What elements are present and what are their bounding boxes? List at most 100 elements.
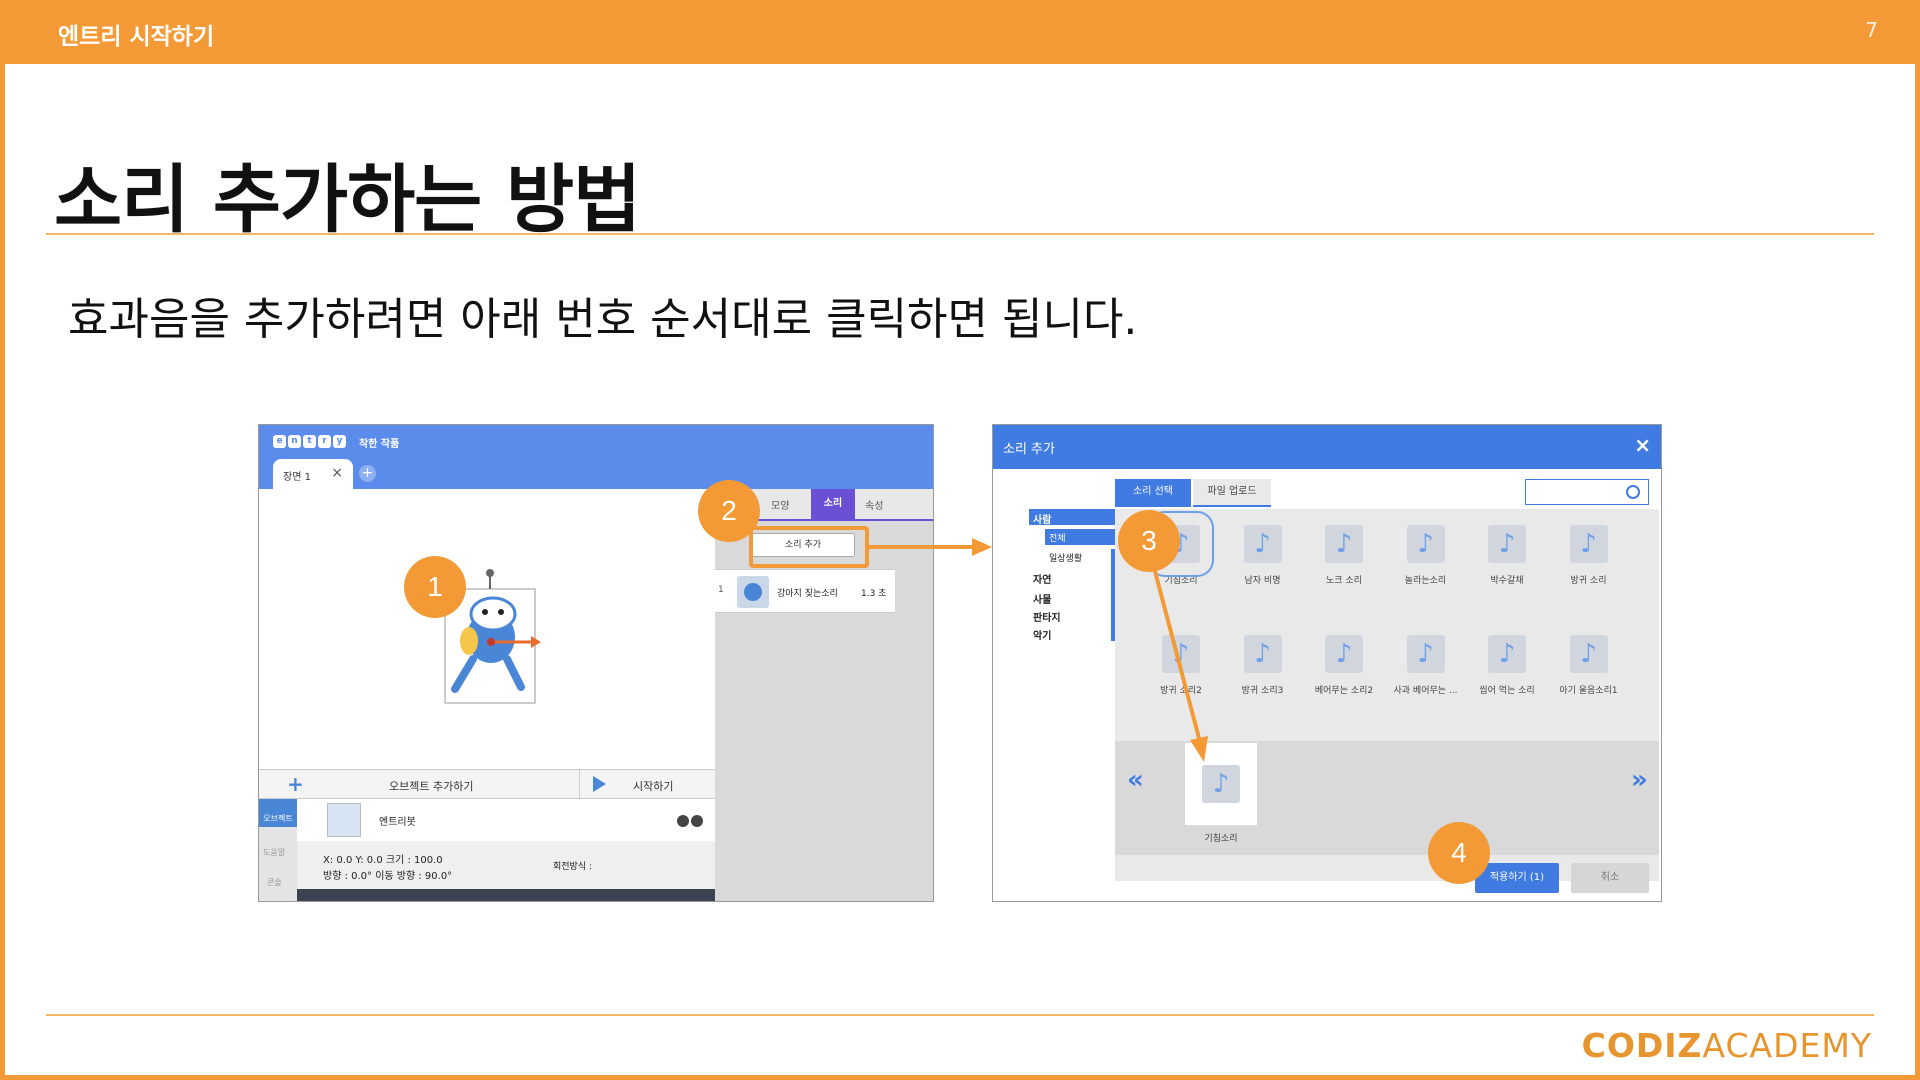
note-icon: ♪ [1569,525,1608,563]
scene-tab-label: 장면 1 [283,472,311,483]
sound-item[interactable]: ♪ 노크 소리 [1309,525,1379,586]
nav-help[interactable]: 도움말 [263,847,285,858]
sound-item[interactable]: ♪ 박수갈채 [1472,525,1542,586]
category-people[interactable]: 사람 [1033,511,1051,526]
add-object-button[interactable]: 오브젝트 추가하기 [389,778,473,794]
editor-header: e n t r y 착한 작품 장면 1 × + [259,425,933,489]
note-icon: ♪ [1569,635,1608,673]
sound-item[interactable]: ♪ 방귀 소리 [1554,525,1624,586]
subcategory-all[interactable]: 전체 [1049,531,1066,544]
object-thumbnail [327,803,361,837]
toolbar-divider [579,770,580,800]
object-properties: X: 0.0 Y: 0.0 크기 : 100.0 방향 : 0.0° 이동 방향… [297,845,715,885]
category-instrument[interactable]: 악기 [1033,627,1051,642]
tab-select-sound[interactable]: 소리 선택 [1115,479,1191,507]
category-objects[interactable]: 사물 [1033,591,1051,606]
robot-head [469,596,517,632]
sound-item[interactable]: ♪ 남자 비명 [1228,525,1298,586]
copy-icon[interactable] [677,815,689,827]
editor-screenshot: e n t r y 착한 작품 장면 1 × + 모양 소리 속성 소리 추가 … [258,424,934,902]
tab-shape[interactable]: 모양 [771,497,789,512]
note-icon: ♪ [1202,765,1240,803]
list-item[interactable]: 1 강아지 짖는소리 1.3 초 [715,569,895,613]
tab-upload[interactable]: 파일 업로드 [1193,479,1271,507]
play-icon[interactable] [737,576,769,608]
add-scene-icon[interactable]: + [359,465,376,482]
sound-duration: 1.3 초 [861,589,887,599]
direction-arrow-head [531,636,541,648]
sound-item[interactable]: ♪ 사과 베어무는 ... [1391,635,1461,696]
sound-item[interactable]: ♪ 아기 울음소리1 [1554,635,1624,696]
play-triangle-icon[interactable] [593,776,606,792]
logo-letter: e [273,435,286,448]
step-badge-4: 4 [1428,822,1490,884]
sound-item[interactable]: ♪ 방귀 소리3 [1228,635,1298,696]
next-icon[interactable]: » [1631,765,1648,795]
start-button[interactable]: 시작하기 [633,778,673,794]
search-input[interactable] [1525,479,1649,505]
note-icon: ♪ [1406,635,1445,673]
sound-index: 1 [718,585,724,595]
nav-console[interactable]: 콘솔 [267,877,282,888]
brand-part2: ACADEMY [1702,1026,1872,1065]
sound-label: 기침소리 [1164,576,1198,586]
left-nav: 오브젝트 도움말 콘솔 [259,799,297,901]
position-size[interactable]: X: 0.0 Y: 0.0 크기 : 100.0 [323,851,443,866]
category-list: 사람 전체 일상생활 자연 사물 판타지 악기 [1029,509,1115,642]
robot-eye [482,609,488,615]
note-icon: ♪ [1325,635,1363,673]
note-icon: ♪ [1243,635,1282,673]
apply-button[interactable]: 적용하기 (1) [1475,863,1559,893]
note-icon: ♪ [1243,525,1282,563]
selected-sound-label: 기침소리 [1204,834,1238,844]
sound-label: 아기 울음소리1 [1559,686,1618,696]
stage[interactable] [259,489,715,789]
object-toolbar: + 오브젝트 추가하기 시작하기 [259,769,715,800]
entrybot-sprite[interactable] [259,489,715,789]
logo-letter: r [318,435,331,448]
robot-eye [498,609,504,615]
subcategory-daily[interactable]: 일상생활 [1049,551,1082,564]
sound-label: 씹어 먹는 소리 [1479,686,1535,696]
project-name[interactable]: 착한 작품 [359,435,399,450]
sound-item[interactable]: ♪ 놀라는소리 [1391,525,1461,586]
sound-label: 남자 비명 [1244,576,1281,586]
robot-pack [460,627,478,655]
direction[interactable]: 방향 : 0.0° 이동 방향 : 90.0° [323,867,452,882]
sound-label: 노크 소리 [1326,576,1362,586]
close-icon[interactable]: × [331,465,343,481]
category-nature[interactable]: 자연 [1033,571,1051,586]
center-dot [487,638,495,646]
sound-label: 방귀 소리 [1570,576,1607,586]
robot-legs [451,655,525,693]
step-badge-3: 3 [1118,510,1180,572]
sound-item[interactable]: ♪ 방귀 소리2 [1146,635,1216,696]
logo-letter: y [333,435,346,448]
object-row[interactable]: 엔트리봇 [297,799,715,841]
sound-label: 박수갈채 [1490,576,1524,586]
prev-icon[interactable]: « [1127,765,1144,795]
sound-label: 사과 베어무는 ... [1393,686,1458,696]
close-icon[interactable]: × [1634,433,1651,457]
rotate-handle-dot [486,569,494,577]
footer-divider [46,1014,1874,1016]
scene-tab[interactable]: 장면 1 × [273,459,353,489]
note-icon: ♪ [1488,525,1526,563]
nav-object[interactable]: 오브젝트 [259,799,297,827]
sound-name: 강아지 짖는소리 [777,589,838,599]
tab-sound[interactable]: 소리 [811,489,855,521]
section-title: 엔트리 시작하기 [58,24,215,50]
sound-item[interactable]: ♪ 씹어 먹는 소리 [1472,635,1542,696]
object-name[interactable]: 엔트리봇 [379,813,416,828]
cancel-button[interactable]: 취소 [1571,863,1649,893]
sound-item[interactable]: ♪ 베어무는 소리2 [1309,635,1379,696]
brand-part1: CODIZ [1581,1026,1703,1065]
sound-label: 방귀 소리3 [1241,686,1284,696]
plus-icon[interactable]: + [287,772,304,796]
top-bar: 엔트리 시작하기 7 [0,0,1920,64]
tab-property[interactable]: 속성 [865,497,883,512]
dialog-title: 소리 추가 [1003,442,1055,457]
delete-icon[interactable] [691,815,703,827]
selected-sound-card[interactable]: ♪ [1185,743,1257,825]
category-fantasy[interactable]: 판타지 [1033,609,1061,624]
